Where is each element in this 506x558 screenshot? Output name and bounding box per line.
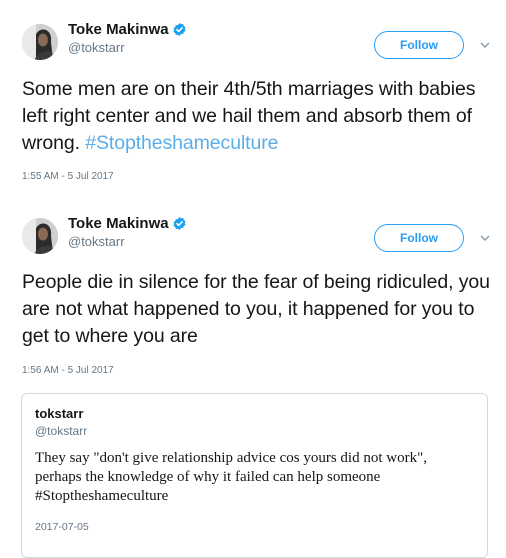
chevron-down-icon[interactable] bbox=[480, 234, 490, 242]
author-block: Toke Makinwa @tokstarr bbox=[68, 214, 187, 250]
follow-button[interactable]: Follow bbox=[374, 224, 464, 252]
quote-text: They say "don't give relationship advice… bbox=[35, 450, 427, 504]
author-handle[interactable]: @tokstarr bbox=[68, 40, 187, 56]
tweet-1: Toke Makinwa @tokstarr Follow Some men a… bbox=[0, 0, 506, 200]
avatar[interactable] bbox=[22, 218, 58, 254]
verified-badge-icon bbox=[173, 216, 186, 230]
author-name[interactable]: Toke Makinwa bbox=[68, 20, 169, 40]
tweet-text: People die in silence for the fear of be… bbox=[22, 271, 490, 347]
follow-button[interactable]: Follow bbox=[374, 31, 464, 59]
profile-photo bbox=[22, 218, 58, 254]
chevron-down-icon[interactable] bbox=[480, 41, 490, 49]
tweet-timestamp[interactable]: 1:55 AM - 5 Jul 2017 bbox=[22, 171, 114, 182]
avatar[interactable] bbox=[22, 24, 58, 60]
quote-date: 2017-07-05 bbox=[35, 521, 89, 533]
tweet-2: Toke Makinwa @tokstarr Follow People die… bbox=[0, 205, 506, 558]
author-name[interactable]: Toke Makinwa bbox=[68, 214, 169, 234]
tweet-text: Some men are on their 4th/5th marriages … bbox=[22, 76, 497, 157]
tweet-timestamp[interactable]: 1:56 AM - 5 Jul 2017 bbox=[22, 365, 114, 376]
profile-photo bbox=[22, 24, 58, 60]
verified-badge-icon bbox=[173, 22, 186, 36]
quote-username: tokstarr bbox=[35, 406, 84, 421]
author-handle[interactable]: @tokstarr bbox=[68, 234, 187, 250]
hashtag-link[interactable]: #Stoptheshameculture bbox=[85, 132, 278, 154]
quote-handle: @tokstarr bbox=[35, 424, 88, 438]
author-block: Toke Makinwa @tokstarr bbox=[68, 20, 187, 56]
quoted-tweet[interactable]: tokstarr @tokstarr They say "don't give … bbox=[21, 393, 488, 558]
